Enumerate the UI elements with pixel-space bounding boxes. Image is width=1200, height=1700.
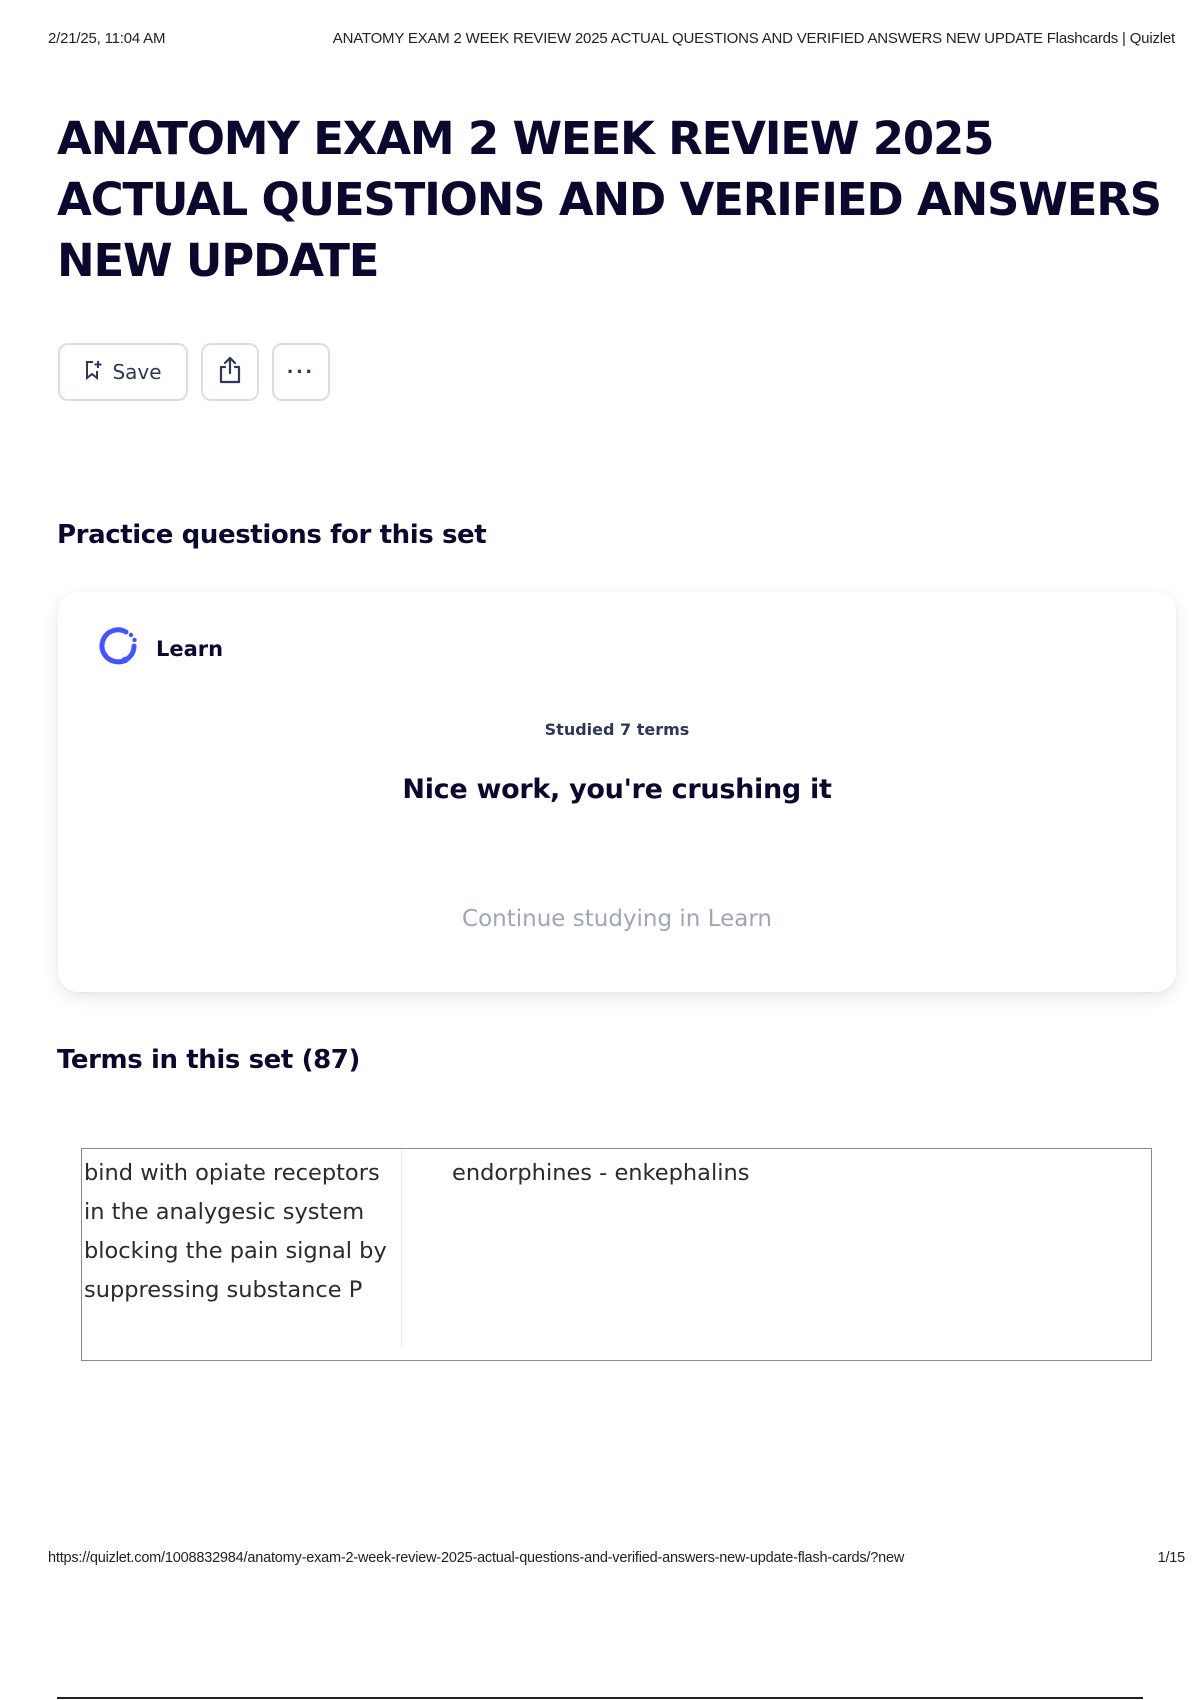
term-text: bind with opiate receptors in the analyg…	[82, 1149, 402, 1348]
page-title: ANATOMY EXAM 2 WEEK REVIEW 2025 ACTUAL Q…	[57, 112, 1162, 287]
studied-count: Studied 7 terms	[544, 720, 690, 739]
page-number: 1/15	[1157, 1550, 1186, 1566]
more-options-button[interactable]: ···	[272, 343, 330, 401]
more-horizontal-icon: ···	[287, 359, 315, 384]
print-url: https://quizlet.com/1008832984/anatomy-e…	[48, 1550, 905, 1566]
learn-header: Learn	[96, 624, 223, 673]
bookmark-add-icon	[84, 360, 102, 385]
print-header: 2/21/25, 11:04 AM ANATOMY EXAM 2 WEEK RE…	[48, 30, 1175, 47]
encouragement-message: Nice work, you're crushing it	[402, 774, 832, 805]
save-button[interactable]: Save	[58, 343, 188, 401]
set-actions: Save ···	[58, 343, 330, 401]
learn-progress-icon	[96, 624, 140, 673]
save-label: Save	[112, 360, 162, 384]
print-footer: https://quizlet.com/1008832984/anatomy-e…	[48, 1550, 1185, 1566]
share-icon	[217, 356, 243, 389]
practice-heading: Practice questions for this set	[57, 520, 487, 550]
print-datetime: 2/21/25, 11:04 AM	[48, 30, 166, 47]
continue-learn-link[interactable]: Continue studying in Learn	[58, 906, 1176, 932]
learn-card[interactable]: Learn Studied 7 terms Nice work, you're …	[58, 592, 1176, 992]
print-doc-title: ANATOMY EXAM 2 WEEK REVIEW 2025 ACTUAL Q…	[332, 30, 1175, 47]
term-row: bind with opiate receptors in the analyg…	[81, 1148, 1152, 1361]
divider	[57, 1697, 1143, 1699]
learn-label: Learn	[156, 636, 224, 661]
definition-text: endorphines - enkephalins	[452, 1160, 750, 1186]
share-button[interactable]	[201, 343, 259, 401]
terms-heading: Terms in this set (87)	[57, 1045, 360, 1075]
